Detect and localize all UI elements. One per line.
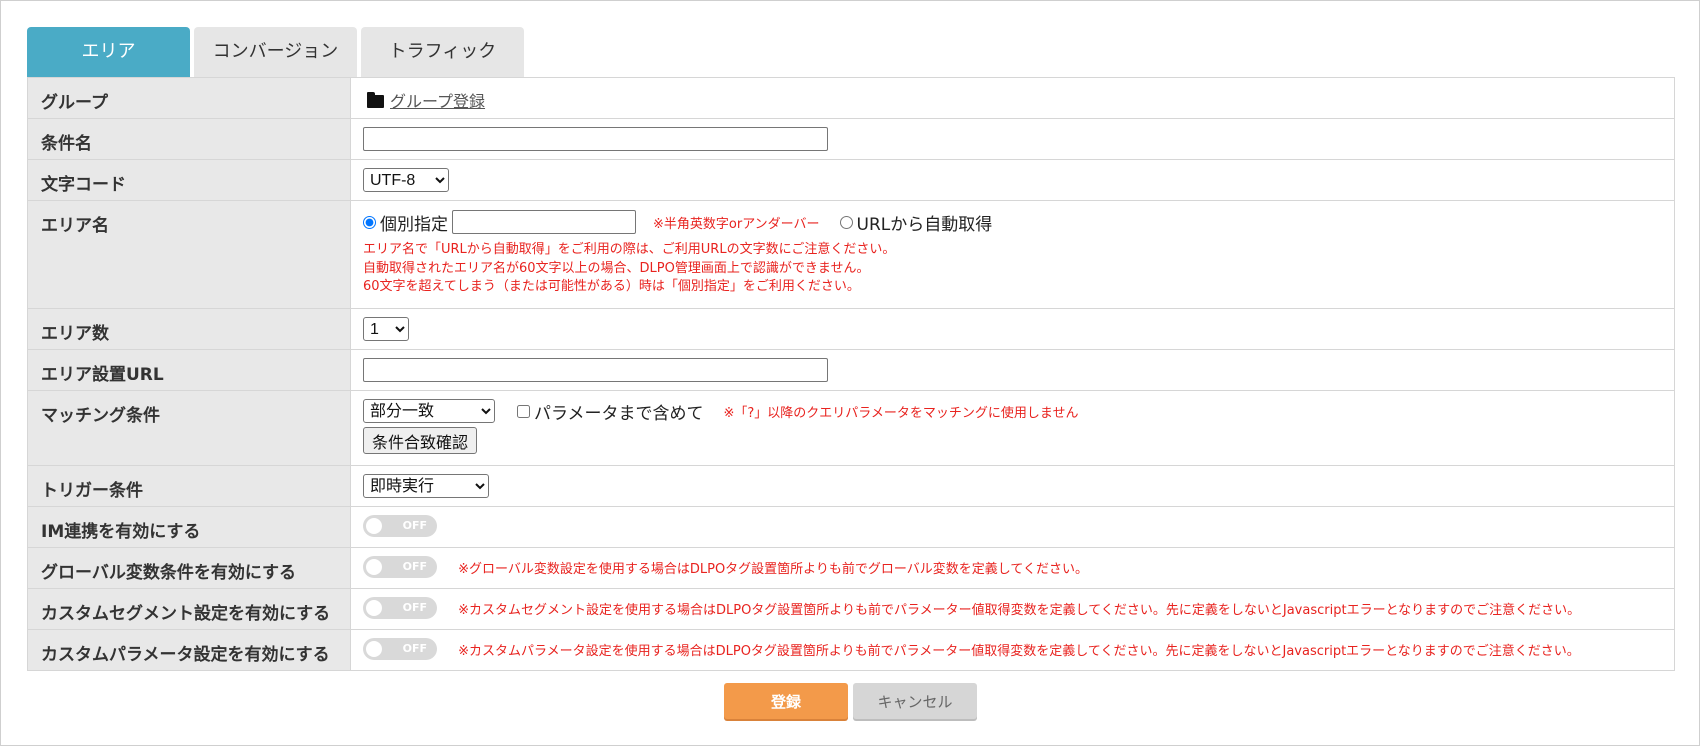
area-name-input[interactable] (452, 210, 636, 234)
settings-form: グループ グループ登録 条件名 文字コード UTF-8 エリア名 個別指定 ※半… (27, 77, 1675, 671)
radio-individual-label: 個別指定 (380, 214, 448, 235)
area-name-hint: ※半角英数字orアンダーバー (653, 216, 820, 232)
row-label-group: グループ (27, 77, 351, 119)
custom-segment-note: ※カスタムセグメント設定を使用する場合はDLPOタグ設置箇所よりも前でパラメータ… (458, 602, 1581, 618)
row-label-custom-segment: カスタムセグメント設定を有効にする (27, 588, 351, 630)
cancel-button[interactable]: キャンセル (853, 683, 977, 719)
tab-conversion[interactable]: コンバージョン (194, 27, 357, 77)
include-params-label: パラメータまで含めて (534, 403, 704, 424)
row-area-name: エリア名 個別指定 ※半角英数字orアンダーバー URLから自動取得 エリア名で… (27, 200, 1675, 309)
row-matching: マッチング条件 部分一致 パラメータまで含めて ※「?」以降のクエリパラメータを… (27, 390, 1675, 466)
row-charset: 文字コード UTF-8 (27, 159, 1675, 201)
row-label-charset: 文字コード (27, 159, 351, 201)
row-custom-param: カスタムパラメータ設定を有効にする OFF ※カスタムパラメータ設定を使用する場… (27, 629, 1675, 671)
row-condition-name: 条件名 (27, 118, 1675, 160)
row-trigger: トリガー条件 即時実行 (27, 465, 1675, 507)
row-area-count: エリア数 1 (27, 308, 1675, 350)
page-frame: エリア コンバージョン トラフィック グループ グループ登録 条件名 文字コード… (0, 0, 1700, 746)
row-global-var: グローバル変数条件を有効にする OFF ※グローバル変数設定を使用する場合はDL… (27, 547, 1675, 589)
toggle-knob (366, 518, 382, 534)
matching-note: ※「?」以降のクエリパラメータをマッチングに使用しません (723, 405, 1079, 421)
custom-param-note: ※カスタムパラメータ設定を使用する場合はDLPOタグ設置箇所よりも前でパラメータ… (458, 643, 1580, 659)
row-label-matching: マッチング条件 (27, 390, 351, 466)
toggle-state: OFF (402, 642, 427, 655)
tab-area[interactable]: エリア (27, 27, 190, 77)
area-name-note-1: エリア名で「URLから自動取得」をご利用の際は、ご利用URLの文字数にご注意くだ… (363, 242, 896, 257)
toggle-knob (366, 641, 382, 657)
radio-auto[interactable] (839, 215, 853, 229)
matching-select[interactable]: 部分一致 (363, 399, 495, 423)
row-label-global-var: グローバル変数条件を有効にする (27, 547, 351, 589)
submit-button[interactable]: 登録 (724, 683, 848, 719)
row-label-area-count: エリア数 (27, 308, 351, 350)
im-toggle[interactable]: OFF (363, 515, 437, 537)
toggle-state: OFF (402, 560, 427, 573)
row-label-im: IM連携を有効にする (27, 506, 351, 548)
area-count-select[interactable]: 1 (363, 317, 409, 341)
row-group: グループ グループ登録 (27, 77, 1675, 119)
row-area-url: エリア設置URL (27, 349, 1675, 391)
toggle-state: OFF (402, 519, 427, 532)
row-label-area-name: エリア名 (27, 200, 351, 309)
toggle-state: OFF (402, 601, 427, 614)
include-params-checkbox[interactable] (517, 404, 530, 418)
row-custom-segment: カスタムセグメント設定を有効にする OFF ※カスタムセグメント設定を使用する場… (27, 588, 1675, 630)
radio-auto-label: URLから自動取得 (856, 214, 993, 235)
row-label-custom-param: カスタムパラメータ設定を有効にする (27, 629, 351, 671)
tab-traffic[interactable]: トラフィック (361, 27, 524, 77)
row-label-area-url: エリア設置URL (27, 349, 351, 391)
custom-param-toggle[interactable]: OFF (363, 638, 437, 660)
row-im: IM連携を有効にする OFF (27, 506, 1675, 548)
row-label-trigger: トリガー条件 (27, 465, 351, 507)
row-label-condition-name: 条件名 (27, 118, 351, 160)
custom-segment-toggle[interactable]: OFF (363, 597, 437, 619)
condition-name-input[interactable] (363, 127, 828, 151)
area-name-note-3: 60文字を超えてしまう（または可能性がある）時は「個別指定」をご利用ください。 (363, 279, 860, 294)
global-var-note: ※グローバル変数設定を使用する場合はDLPOタグ設置箇所よりも前でグローバル変数… (458, 561, 1089, 577)
check-match-button[interactable]: 条件合致確認 (363, 427, 478, 454)
folder-icon (367, 92, 384, 108)
radio-individual[interactable] (363, 215, 376, 229)
global-var-toggle[interactable]: OFF (363, 556, 437, 578)
toggle-knob (366, 559, 382, 575)
trigger-select[interactable]: 即時実行 (363, 474, 489, 498)
area-name-note-2: 自動取得されたエリア名が60文字以上の場合、DLPO管理画面上で認識ができません… (363, 260, 870, 276)
area-url-input[interactable] (363, 358, 828, 382)
toggle-knob (366, 600, 382, 616)
charset-select[interactable]: UTF-8 (363, 168, 449, 192)
group-register-link[interactable]: グループ登録 (390, 92, 485, 111)
